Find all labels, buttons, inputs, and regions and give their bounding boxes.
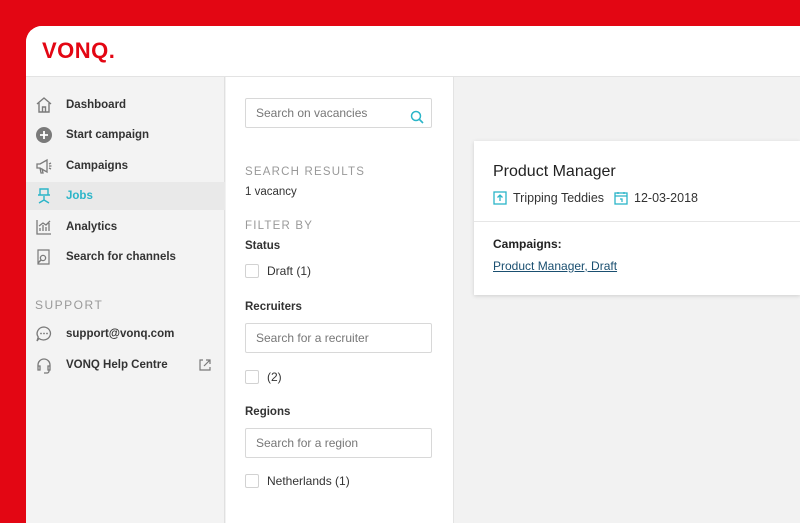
card-divider (474, 221, 800, 222)
recruiters-filter-label: Recruiters (245, 301, 302, 313)
sidebar-item-support-email[interactable]: support@vonq.com (26, 320, 225, 348)
job-date: 12-03-2018 (634, 191, 698, 205)
search-results-count: 1 vacancy (245, 186, 297, 198)
region-netherlands-label: Netherlands (1) (267, 474, 350, 488)
sidebar-item-campaigns[interactable]: Campaigns (26, 152, 225, 180)
recruiter-search-placeholder: Search for a recruiter (256, 331, 369, 345)
regions-filter-label: Regions (245, 406, 291, 418)
sidebar-item-label: Dashboard (66, 99, 127, 111)
company-icon (493, 191, 507, 205)
sidebar-item-label: Start campaign (66, 129, 150, 141)
status-draft-label: Draft (1) (267, 264, 312, 278)
sidebar: Dashboard Start campaign Campaigns Jobs … (26, 77, 225, 523)
headset-icon (35, 356, 53, 374)
sidebar-item-label: support@vonq.com (66, 328, 175, 340)
campaign-link[interactable]: Product Manager, Draft (493, 259, 617, 273)
recruiter-option-label: (2) (267, 370, 282, 384)
job-meta: Tripping Teddies 12-03-2018 (493, 191, 698, 205)
app-window: VONQ. Dashboard Start campaign Campaigns… (26, 26, 800, 523)
region-search-placeholder: Search for a region (256, 436, 359, 450)
sidebar-item-label: VONQ Help Centre (66, 359, 168, 371)
plus-circle-icon (35, 126, 53, 144)
search-channels-icon (35, 248, 53, 266)
chair-icon (35, 187, 53, 205)
sidebar-item-start-campaign[interactable]: Start campaign (26, 121, 225, 149)
sidebar-item-label: Analytics (66, 221, 118, 233)
region-netherlands-checkbox[interactable] (245, 474, 259, 488)
sidebar-item-label: Search for channels (66, 251, 176, 263)
region-search-input[interactable]: Search for a region (245, 428, 432, 458)
chart-icon (35, 218, 53, 236)
sidebar-item-search-channels[interactable]: Search for channels (26, 243, 225, 271)
support-section-title: SUPPORT (35, 298, 104, 312)
recruiter-checkbox[interactable] (245, 370, 259, 384)
status-draft-option[interactable]: Draft (1) (245, 263, 311, 279)
sidebar-item-label: Campaigns (66, 160, 128, 172)
company-name: Tripping Teddies (513, 191, 605, 205)
sidebar-item-help-centre[interactable]: VONQ Help Centre (26, 351, 225, 379)
search-vacancies-input[interactable]: Search on vacancies (245, 98, 432, 128)
sidebar-item-analytics[interactable]: Analytics (26, 213, 225, 241)
filter-panel: Search on vacancies SEARCH RESULTS 1 vac… (226, 77, 454, 523)
job-title: Product Manager (493, 163, 616, 180)
external-link-icon[interactable] (197, 357, 213, 373)
home-icon (35, 96, 53, 114)
region-netherlands-option[interactable]: Netherlands (1) (245, 473, 350, 489)
recruiter-search-input[interactable]: Search for a recruiter (245, 323, 432, 353)
vonq-logo[interactable]: VONQ. (42, 38, 115, 64)
top-bar: VONQ. (26, 26, 800, 77)
chat-icon (35, 325, 53, 343)
recruiter-option[interactable]: (2) (245, 369, 282, 385)
search-icon[interactable] (410, 106, 424, 124)
filter-by-title: FILTER BY (245, 220, 314, 232)
status-draft-checkbox[interactable] (245, 264, 259, 278)
status-filter-label: Status (245, 240, 281, 252)
search-vacancies-placeholder: Search on vacancies (256, 106, 368, 120)
campaigns-label: Campaigns: (493, 237, 562, 251)
sidebar-item-label: Jobs (66, 190, 93, 202)
sidebar-item-jobs[interactable]: Jobs (26, 182, 225, 210)
job-card[interactable]: Product Manager Tripping Teddies 12-03-2… (474, 141, 800, 295)
search-results-title: SEARCH RESULTS (245, 166, 366, 178)
sidebar-item-dashboard[interactable]: Dashboard (26, 91, 225, 119)
calendar-icon (614, 192, 628, 205)
megaphone-icon (35, 157, 53, 175)
